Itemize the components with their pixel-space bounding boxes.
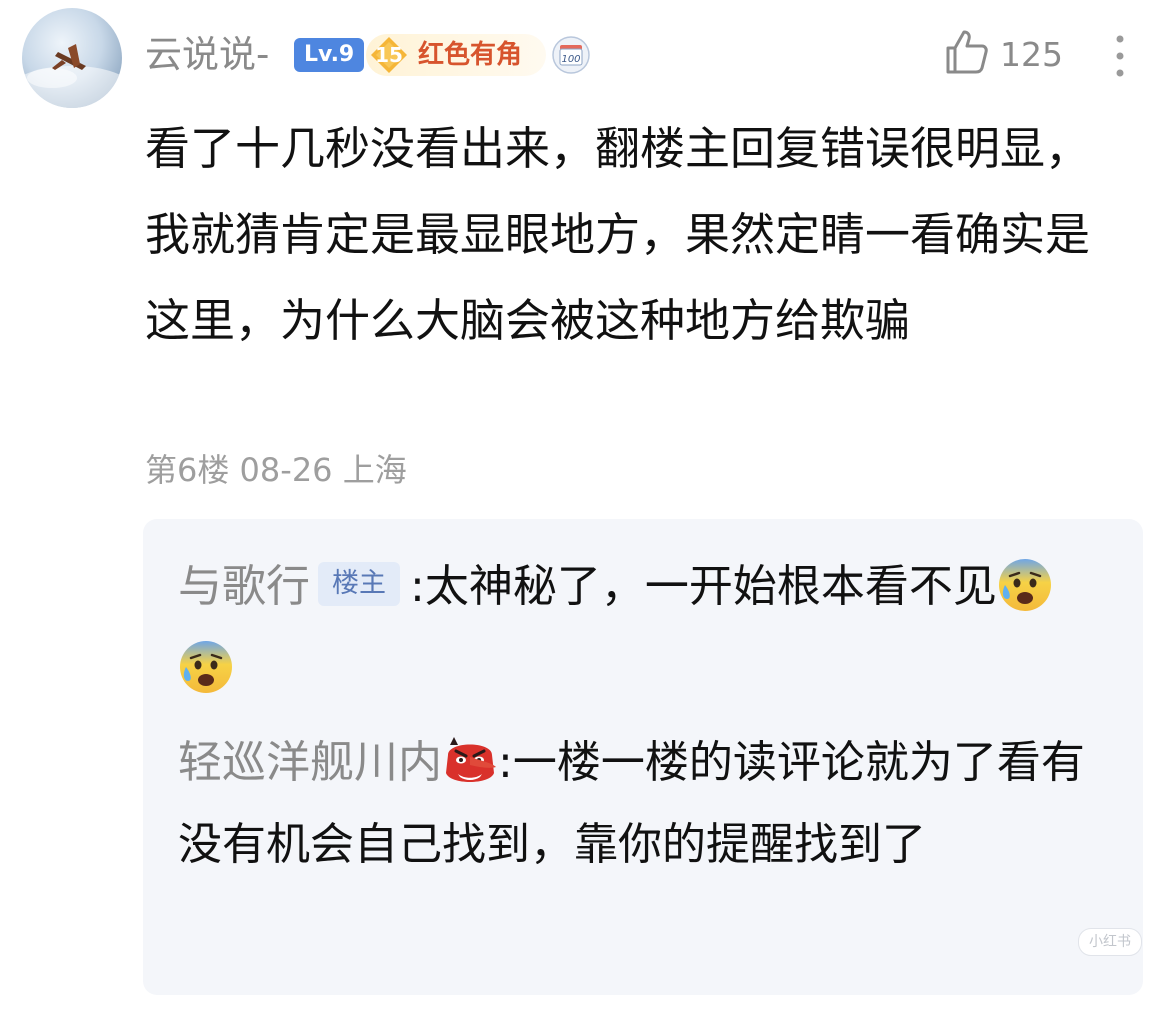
reply-separator: : bbox=[410, 561, 425, 612]
watermark-logo: 小红书 bbox=[1078, 928, 1142, 956]
op-tag: 楼主 bbox=[318, 562, 400, 606]
thumbs-up-icon[interactable] bbox=[942, 28, 990, 76]
comment-location: 上海 bbox=[342, 451, 407, 489]
comment-date: 08-26 bbox=[239, 451, 333, 489]
anxious-sweat-face-icon bbox=[998, 559, 1051, 611]
reply-username[interactable]: 轻巡洋舰川内 bbox=[178, 737, 442, 788]
reply-item[interactable]: 轻巡洋舰川内 :一楼一楼的读评论就为了看有没有机会自己找到，靠你的提醒找到了 bbox=[178, 722, 1098, 886]
comment-text: 看了十几秒没看出来，翻楼主回复错误很明显，我就猜肯定是最显眼地方，果然定睛一看确… bbox=[145, 122, 1091, 347]
bottom-edge bbox=[0, 995, 1170, 1018]
fan-badge-label: 红色有角 bbox=[418, 40, 523, 70]
reply-item[interactable]: 与歌行 楼主:太神秘了，一开始根本看不见 bbox=[178, 546, 1098, 710]
anxious-sweat-face-icon bbox=[180, 641, 232, 693]
reply-text: 太神秘了，一开始根本看不见 bbox=[424, 561, 997, 612]
reply-username[interactable]: 与歌行 bbox=[178, 561, 310, 612]
fan-badge-number: 15 bbox=[375, 43, 403, 67]
avatar[interactable] bbox=[22, 8, 122, 108]
like-count: 125 bbox=[1000, 35, 1063, 74]
goblin-mask-icon bbox=[446, 737, 496, 782]
comment-username[interactable]: 云说说- bbox=[145, 30, 269, 80]
comment-meta: 第6楼 08-26 上海 bbox=[145, 448, 407, 492]
level-badge: Lv.9 bbox=[294, 38, 365, 72]
calendar-badge-icon: 100 bbox=[552, 36, 590, 74]
floor-number: 第6楼 bbox=[145, 451, 230, 489]
reply-separator: : bbox=[498, 737, 513, 788]
calendar-badge-number: 100 bbox=[561, 54, 580, 65]
more-options-icon[interactable] bbox=[1110, 33, 1130, 79]
